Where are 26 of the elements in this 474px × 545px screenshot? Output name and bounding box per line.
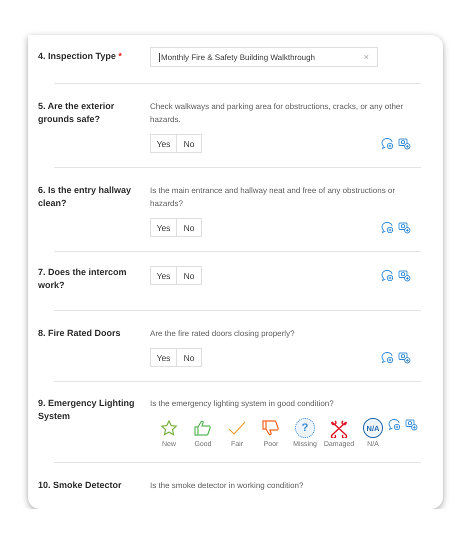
- question-icon: ?: [295, 418, 315, 438]
- comment-add-icon[interactable]: [381, 137, 394, 150]
- comment-add-icon[interactable]: [381, 221, 394, 234]
- question-label: 8. Fire Rated Doors: [38, 328, 121, 338]
- photo-add-icon[interactable]: [398, 269, 411, 282]
- comment-add-icon[interactable]: [388, 418, 401, 431]
- photo-add-icon[interactable]: [398, 351, 411, 364]
- required-marker: *: [117, 51, 122, 61]
- question-description: Is the smoke detector in working condition?: [150, 480, 304, 492]
- comment-add-icon[interactable]: [381, 351, 394, 364]
- inspection-type-field[interactable]: Monthly Fire & Safety Building Walkthrough ×: [150, 47, 378, 67]
- question-description: Are the fire rated doors closing properly?: [150, 328, 296, 340]
- question-description: Is the emergency lighting system in good condition?: [150, 398, 335, 410]
- question-label: 9. Emergency Lighting System: [38, 398, 135, 421]
- question-label: 4. Inspection Type: [38, 51, 116, 61]
- question-description: Is the main entrance and hallway neat and free of any obstructions or hazards?: [150, 185, 396, 210]
- question-label: 5. Are the exterior grounds safe?: [38, 101, 114, 124]
- question-label: 6. Is the entry hallway clean?: [38, 185, 132, 208]
- comment-add-icon[interactable]: [381, 269, 394, 282]
- photo-add-icon[interactable]: [405, 418, 418, 431]
- photo-add-icon[interactable]: [398, 221, 411, 234]
- field-value: Monthly Fire & Safety Building Walkthrough: [159, 52, 315, 62]
- question-label: 10. Smoke Detector: [38, 480, 122, 490]
- question-label: 7. Does the intercom work?: [38, 267, 127, 290]
- question-description: Check walkways and parking area for obstructions, cracks, or any other hazards.: [150, 101, 404, 126]
- photo-add-icon[interactable]: [398, 137, 411, 150]
